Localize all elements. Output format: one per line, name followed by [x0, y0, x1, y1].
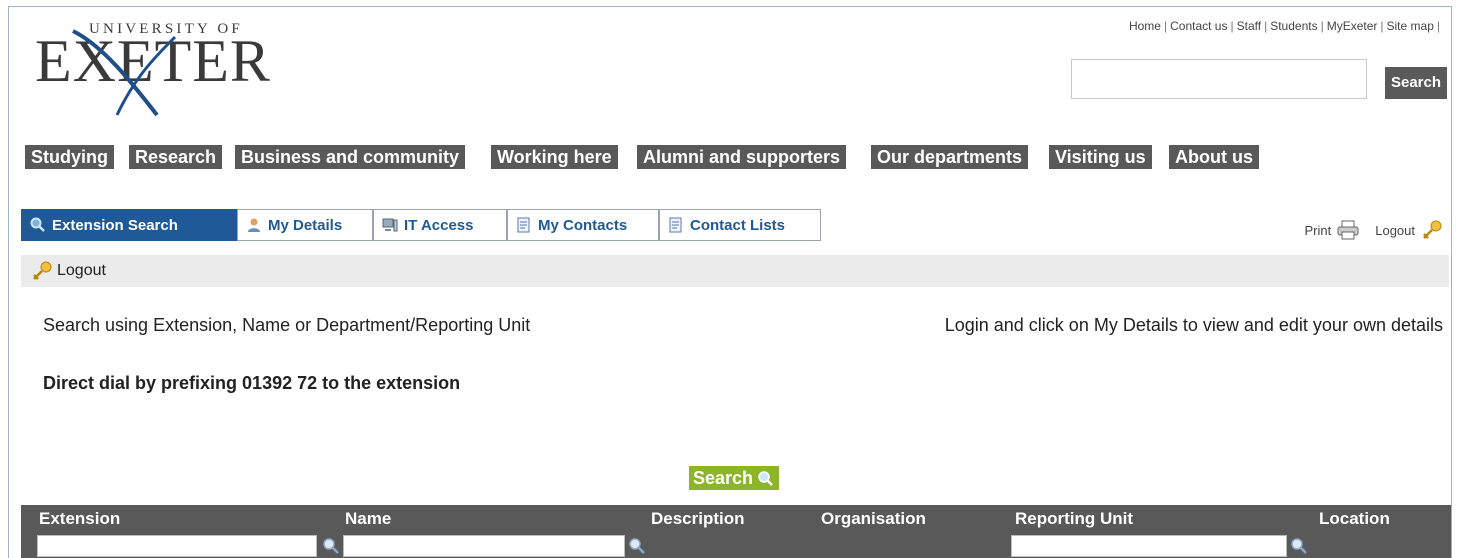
results-table-header: Extension Name Description Organisation … [21, 505, 1451, 533]
nav-item-alumni[interactable]: Alumni and supporters [637, 145, 847, 169]
computer-icon [382, 218, 398, 232]
tab-label: My Contacts [538, 216, 628, 234]
column-header-reporting-unit[interactable]: Reporting Unit [1015, 509, 1133, 529]
search-button[interactable]: Search [689, 466, 780, 490]
name-filter-input[interactable] [343, 535, 625, 557]
tab-my-contacts[interactable]: My Contacts [507, 209, 659, 241]
logout-link[interactable]: Logout [1375, 223, 1415, 238]
key-icon [33, 261, 52, 280]
nav-item-working[interactable]: Working here [491, 145, 618, 169]
direct-dial-text: Direct dial by prefixing 01392 72 to the… [43, 373, 461, 393]
nav-item-business[interactable]: Business and community [235, 145, 466, 169]
extension-filter-input[interactable] [37, 535, 317, 557]
reporting-unit-filter-input[interactable] [1011, 535, 1287, 557]
magnifier-icon[interactable] [321, 536, 341, 556]
util-link-myexeter[interactable]: MyExeter [1327, 19, 1378, 33]
util-link-home[interactable]: Home [1129, 19, 1161, 33]
search-button-label: Search [693, 468, 754, 488]
site-search-button[interactable]: Search [1385, 67, 1447, 99]
site-search-input[interactable] [1071, 59, 1367, 99]
logout-bar[interactable]: Logout [21, 255, 1449, 287]
tab-extension-search[interactable]: Extension Search [21, 209, 237, 241]
nav-item-about[interactable]: About us [1169, 145, 1259, 169]
tab-label: IT Access [404, 216, 474, 234]
magnifier-icon[interactable] [627, 536, 647, 556]
nav-item-departments[interactable]: Our departments [871, 145, 1029, 169]
document-icon [517, 217, 530, 233]
page-frame: UNIVERSITY OF EXETER Home | Contact us | Sta… [8, 6, 1452, 558]
person-icon [248, 218, 260, 232]
print-link[interactable]: Print [1305, 223, 1332, 238]
nav-item-research[interactable]: Research [129, 145, 223, 169]
university-logo[interactable]: UNIVERSITY OF EXETER [35, 21, 285, 117]
column-header-extension[interactable]: Extension [39, 509, 120, 529]
tab-it-access[interactable]: IT Access [373, 209, 507, 241]
column-header-organisation[interactable]: Organisation [821, 509, 926, 529]
tab-label: Contact Lists [690, 216, 786, 234]
nav-item-studying[interactable]: Studying [25, 145, 114, 169]
nav-item-visiting[interactable]: Visiting us [1049, 145, 1152, 169]
column-header-description[interactable]: Description [651, 509, 745, 529]
print-logout-links: Print Logout [1305, 219, 1444, 241]
tab-label: Extension Search [52, 216, 178, 234]
util-link-students[interactable]: Students [1270, 19, 1317, 33]
util-link-contact[interactable]: Contact us [1170, 19, 1227, 33]
column-header-name[interactable]: Name [345, 509, 391, 529]
utility-links: Home | Contact us | Staff | Students | MyExeter |… [1128, 19, 1440, 33]
tab-contact-lists[interactable]: Contact Lists [659, 209, 821, 241]
util-link-staff[interactable]: Staff [1237, 19, 1261, 33]
intro-text: Search using Extension, Name or Departme… [43, 315, 531, 335]
logo-swoosh-icon [72, 29, 177, 117]
printer-icon[interactable] [1337, 220, 1359, 240]
login-hint-text: Login and click on My Details to view an… [944, 315, 1443, 335]
column-header-location[interactable]: Location [1319, 509, 1390, 529]
document-icon [669, 217, 682, 233]
magnifier-icon[interactable] [1289, 536, 1309, 556]
util-link-sitemap[interactable]: Site map [1387, 19, 1434, 33]
tab-my-details[interactable]: My Details [237, 209, 373, 241]
key-icon[interactable] [1421, 219, 1443, 241]
magnifier-icon [30, 217, 45, 232]
logout-bar-label: Logout [57, 262, 106, 279]
results-filter-row [21, 533, 1451, 558]
tab-label: My Details [268, 216, 343, 234]
magnifier-icon [758, 471, 773, 486]
